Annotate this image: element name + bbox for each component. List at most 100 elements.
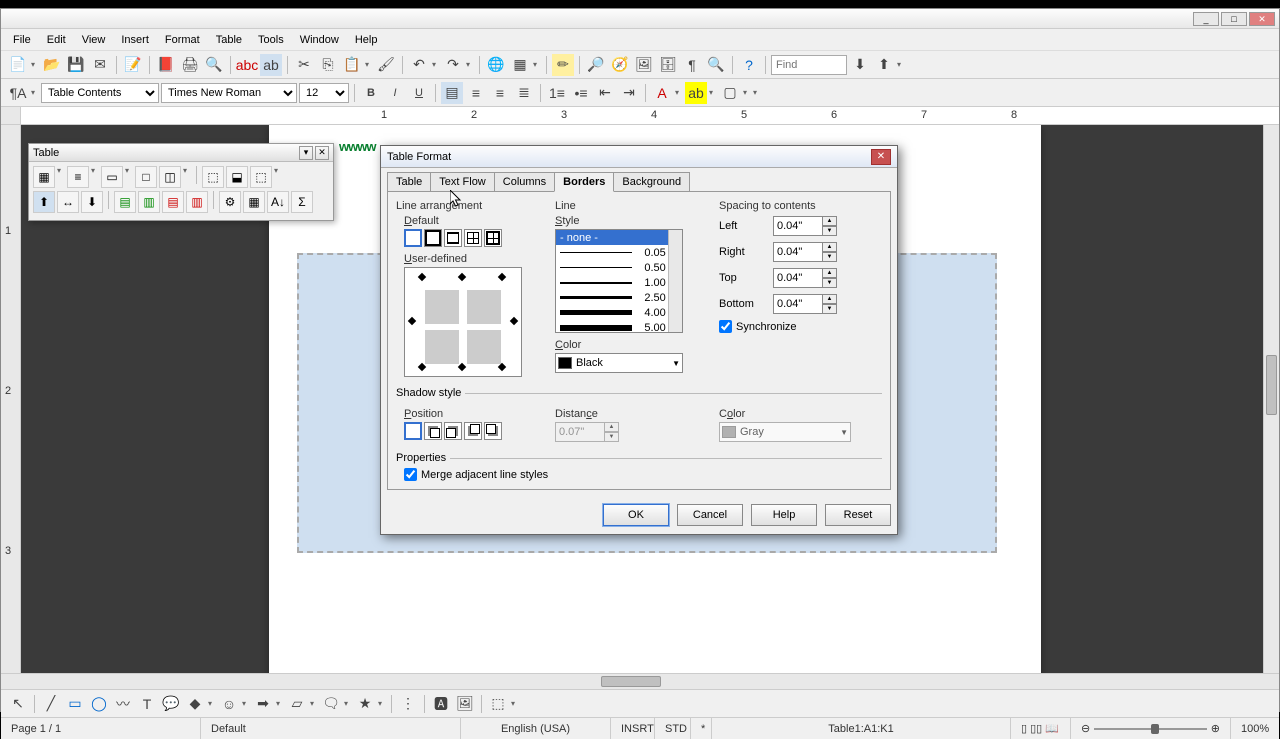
tab-background[interactable]: Background: [613, 172, 690, 191]
close-button[interactable]: ✕: [1249, 12, 1275, 26]
bg-color-dd[interactable]: ▾: [743, 88, 751, 97]
flowchart-tool[interactable]: ▱: [286, 693, 308, 715]
hyperlink-button[interactable]: 🌐: [485, 54, 507, 76]
spin-down[interactable]: ▼: [823, 304, 837, 314]
status-zoom-slider[interactable]: ⊖ ⊕: [1071, 718, 1231, 739]
dialog-close-icon[interactable]: ✕: [871, 149, 891, 165]
menu-view[interactable]: View: [74, 32, 114, 48]
center-align-button[interactable]: ↔: [57, 191, 79, 213]
select-tool[interactable]: ↖: [7, 693, 29, 715]
panel-close-icon[interactable]: ✕: [315, 146, 329, 160]
highlight-button[interactable]: ab: [685, 82, 707, 104]
spin-up[interactable]: ▲: [823, 216, 837, 226]
datasources-button[interactable]: 🗄: [657, 54, 679, 76]
shadow-bottomright[interactable]: [484, 422, 502, 440]
bc-dd[interactable]: ▾: [125, 166, 133, 188]
ruler-vertical[interactable]: 1 2 3: [1, 125, 21, 673]
style-option-none[interactable]: - none -: [556, 230, 682, 245]
split-cells-button[interactable]: ⬓: [226, 166, 248, 188]
new-doc-button[interactable]: 📄: [7, 54, 29, 76]
border-color-button[interactable]: ▭: [101, 166, 123, 188]
merge-cells-button[interactable]: ⬚: [202, 166, 224, 188]
shadow-bottomleft[interactable]: [464, 422, 482, 440]
tab-text-flow[interactable]: Text Flow: [430, 172, 494, 191]
align-right-button[interactable]: ≡: [489, 82, 511, 104]
callout-shapes-tool[interactable]: 🗨: [320, 693, 342, 715]
ls-dd[interactable]: ▾: [91, 166, 99, 188]
font-color-dd[interactable]: ▾: [675, 88, 683, 97]
spacing-top-input[interactable]: [773, 268, 823, 288]
status-language[interactable]: English (USA): [461, 718, 611, 739]
preset-box-h[interactable]: [444, 229, 462, 247]
tab-table[interactable]: Table: [387, 172, 431, 191]
table-dropdown[interactable]: ▾: [533, 60, 541, 69]
preset-box[interactable]: [424, 229, 442, 247]
spacing-right-input[interactable]: [773, 242, 823, 262]
opt-dd[interactable]: ▾: [274, 166, 282, 188]
format-overflow[interactable]: ▾: [753, 88, 761, 97]
text-tool[interactable]: T: [136, 693, 158, 715]
shapes-dd[interactable]: ▾: [208, 699, 216, 708]
table-props-button[interactable]: ▦: [243, 191, 265, 213]
shadow-topleft[interactable]: [424, 422, 442, 440]
bg-color-button[interactable]: ▢: [719, 82, 741, 104]
spacing-left-input[interactable]: [773, 216, 823, 236]
minimize-button[interactable]: _: [1193, 12, 1219, 26]
paragraph-style-select[interactable]: Table Contents: [41, 83, 159, 103]
menu-table[interactable]: Table: [208, 32, 250, 48]
sum-button[interactable]: Σ: [291, 191, 313, 213]
arrow-shapes-tool[interactable]: ➡: [252, 693, 274, 715]
dialog-titlebar[interactable]: Table Format ✕: [381, 146, 897, 168]
style-option[interactable]: 0.05 pt: [556, 245, 682, 260]
find-prev-button[interactable]: ⬆: [873, 54, 895, 76]
zoom-button[interactable]: 🔍: [705, 54, 727, 76]
font-color-button[interactable]: A: [651, 82, 673, 104]
tab-borders[interactable]: Borders: [554, 172, 614, 192]
spin-down[interactable]: ▼: [823, 226, 837, 236]
autospell-button[interactable]: ab: [260, 54, 282, 76]
redo-button[interactable]: ↷: [442, 54, 464, 76]
basic-shapes-tool[interactable]: ◆: [184, 693, 206, 715]
bullets-button[interactable]: •≡: [570, 82, 592, 104]
delete-row-button[interactable]: ▤: [162, 191, 184, 213]
gallery-button[interactable]: 🖼: [633, 54, 655, 76]
find-input[interactable]: [771, 55, 847, 75]
spin-down[interactable]: ▼: [823, 278, 837, 288]
status-style[interactable]: Default: [201, 718, 461, 739]
spin-up[interactable]: ▲: [823, 294, 837, 304]
font-size-select[interactable]: 12: [299, 83, 349, 103]
help-button[interactable]: Help: [751, 504, 817, 526]
scrollbar-horizontal[interactable]: [1, 673, 1279, 689]
table-button[interactable]: ▦: [509, 54, 531, 76]
scrollbar-thumb[interactable]: [1266, 355, 1277, 415]
ok-button[interactable]: OK: [603, 504, 669, 526]
autoformat-button[interactable]: ⚙: [219, 191, 241, 213]
ellipse-tool[interactable]: ◯: [88, 693, 110, 715]
sort-button[interactable]: A↓: [267, 191, 289, 213]
toolbar-overflow[interactable]: ▾: [897, 60, 905, 69]
rect-tool[interactable]: ▭: [64, 693, 86, 715]
arrow-dd[interactable]: ▾: [276, 699, 284, 708]
menu-help[interactable]: Help: [347, 32, 386, 48]
print-button[interactable]: 🖨: [179, 54, 201, 76]
status-insert-mode[interactable]: INSRT: [611, 718, 655, 739]
flow-dd[interactable]: ▾: [310, 699, 318, 708]
style-option[interactable]: 5.00 pt: [556, 320, 682, 333]
shadow-topright[interactable]: [444, 422, 462, 440]
style-option[interactable]: 2.50 pt: [556, 290, 682, 305]
scrollbar-thumb[interactable]: [601, 676, 661, 687]
style-list-scrollbar[interactable]: [668, 230, 682, 332]
style-option[interactable]: 1.00 pt: [556, 275, 682, 290]
undo-dropdown[interactable]: ▾: [432, 60, 440, 69]
optimize-button[interactable]: ⬚: [250, 166, 272, 188]
grid-dd[interactable]: ▾: [57, 166, 65, 188]
borders-button[interactable]: □: [135, 166, 157, 188]
find-next-button[interactable]: ⬇: [849, 54, 871, 76]
align-justify-button[interactable]: ≣: [513, 82, 535, 104]
bg-button[interactable]: ◫: [159, 166, 181, 188]
highlight-dd[interactable]: ▾: [709, 88, 717, 97]
delete-col-button[interactable]: ▥: [186, 191, 208, 213]
line-color-combo[interactable]: Black ▼: [555, 353, 683, 373]
format-paintbrush-button[interactable]: 🖌: [375, 54, 397, 76]
bold-button[interactable]: B: [360, 82, 382, 104]
